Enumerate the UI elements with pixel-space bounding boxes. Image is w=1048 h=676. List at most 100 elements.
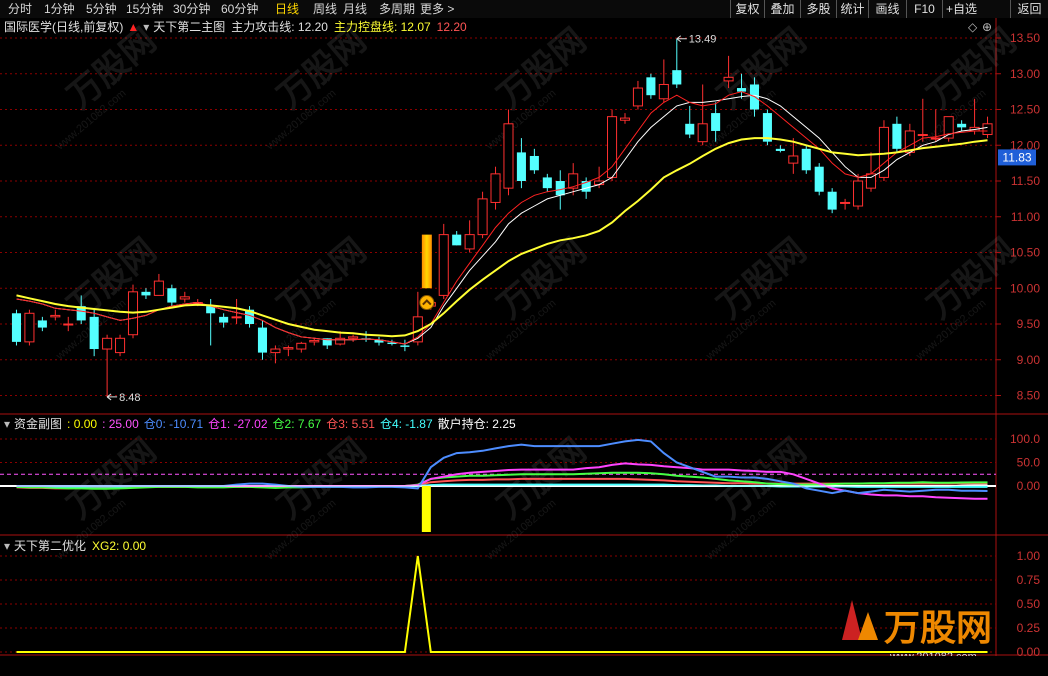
sub1-item-3: 仓1: -27.02 [208, 417, 268, 431]
price-tick-label: 13.50 [1010, 31, 1040, 45]
main-panel-header: 国际医学(日线,前复权) ▲ ▾ 天下第二主图 主力攻击线: 12.20 主力控盘线: 1… [4, 19, 467, 34]
date-axis-bar [0, 656, 1048, 676]
price-tick-label: 11.00 [1011, 210, 1040, 224]
price-tick-label: 9.00 [1017, 353, 1041, 367]
candle-body-down [827, 191, 837, 210]
candle-body-up [335, 337, 346, 345]
chart-canvas: 万股网www.201082.com万股网www.201082.com万股网www… [0, 18, 1048, 673]
control-line-label: 主力控盘线: 12.07 [334, 19, 431, 34]
sub2-tick-label: 0.50 [1017, 597, 1041, 611]
candle-body-up [179, 296, 190, 300]
watermark-layer: 万股网www.201082.com万股网www.201082.com万股网www… [53, 21, 1023, 562]
candle-body-up [296, 342, 307, 350]
indicator-name: 天下第二主图 [153, 20, 225, 34]
candle-body-down [89, 316, 99, 350]
candle-body-down [516, 152, 526, 181]
candle-body-down [219, 316, 229, 323]
candle-body-down [257, 327, 268, 353]
candle-body-down [814, 166, 824, 192]
price-tick-label: 13.00 [1010, 67, 1040, 81]
candle-body-up [658, 83, 669, 100]
sub1-item-7: 散户持仓: 2.25 [438, 416, 516, 431]
candle-body-up [607, 116, 618, 178]
low-marker-label: 8.48 [119, 392, 140, 404]
candle-body-up [619, 117, 631, 121]
up-arrow-icon: ▲ [127, 20, 139, 34]
candle-body-up [438, 234, 449, 296]
candle-body-up [50, 314, 61, 318]
high-marker-arrow [676, 35, 687, 43]
sub1-header: ▾ 资金副图: 0.00: 25.00 仓0: -10.71 仓1: -27.02 仓2… [4, 416, 516, 431]
brand-logo: 万股网www.201082.com [842, 600, 992, 663]
indicator-toggle-icon: ▾ [143, 20, 149, 34]
extra-value-label: 12.20 [437, 20, 467, 34]
candle-body-up [63, 323, 74, 326]
high-marker-label: 13.49 [689, 34, 717, 46]
sub1-item-4: 仓2: 7.67 [273, 417, 322, 431]
sub1-item-6: 仓4: -1.87 [380, 417, 433, 431]
logo-arrow-red [842, 600, 862, 640]
candle-body-up [231, 316, 242, 319]
sub2-item: XG2: 0.00 [92, 539, 146, 553]
price-tick-label: 11.50 [1011, 174, 1040, 188]
sub2-toggle-icon: ▾ [4, 539, 10, 553]
candle-body-up [840, 201, 851, 204]
candle-body-up [632, 87, 643, 107]
sub1-item-1: : 25.00 [102, 417, 139, 431]
candle-body-down [711, 113, 721, 131]
buy-signal-bar [421, 234, 432, 289]
candle-body-down [11, 313, 22, 342]
sub1-toggle-icon: ▾ [4, 417, 10, 431]
candle-body-down [555, 181, 565, 196]
sub1-tick-label: 50.0 [1017, 456, 1041, 470]
candle-body-up [102, 337, 113, 350]
panel-menu-icon: ⊕ [982, 20, 992, 34]
logo-arrow-orange [858, 612, 878, 640]
candle-body-up [283, 347, 294, 350]
candle-body-down [452, 234, 462, 246]
candle-body-down [672, 70, 682, 85]
candle-body-down [167, 288, 177, 303]
candle-body-up [115, 337, 126, 354]
price-tick-label: 10.00 [1010, 281, 1040, 295]
candle-body-up [503, 123, 514, 189]
diamond-icon: ◇ [968, 20, 978, 34]
attack-line-label: 主力攻击线: 12.20 [231, 20, 328, 34]
candle-body-down [37, 320, 47, 328]
candle-body-down [141, 291, 151, 296]
candle-body-down [892, 123, 902, 149]
candle-body-up [788, 155, 799, 164]
candle-body-up [930, 137, 941, 140]
candle-body-up [982, 123, 993, 136]
sub2-tick-label: 1.00 [1017, 549, 1041, 563]
candle-body-up [464, 234, 475, 250]
sub1-name: 资金副图 [14, 416, 62, 431]
candle-body-up [477, 198, 488, 236]
candle-body-down [400, 345, 410, 347]
candle-body-up [853, 180, 864, 207]
candle-body-down [801, 148, 811, 171]
candle-body-up [723, 76, 734, 82]
price-tick-label: 10.50 [1010, 246, 1040, 260]
candle-body-up [917, 134, 928, 137]
sub2-header: ▾ 天下第二优化 XG2: 0.00 [4, 539, 146, 553]
candle-body-up [490, 173, 501, 203]
current-price-label: 11.83 [1002, 150, 1031, 164]
sub2-tick-label: 0.25 [1017, 621, 1041, 635]
price-tick-label: 8.50 [1017, 389, 1041, 403]
sub1-tick-label: 100.0 [1010, 432, 1040, 446]
stock-title: 国际医学(日线,前复权) [4, 19, 123, 34]
sub1-signal-bar [421, 486, 431, 532]
sub2-tick-label: 0.75 [1017, 573, 1041, 587]
buy-signal-icon [419, 295, 435, 311]
candle-body-up [270, 348, 281, 354]
candle-body-down [529, 155, 539, 171]
sub1-tick-label: 0.00 [1017, 479, 1041, 493]
candle-body-down [685, 123, 695, 135]
candle-body-up [309, 339, 320, 343]
logo-brand-text: 万股网 [884, 607, 992, 648]
candle-body-up [24, 312, 35, 343]
sub2-name: 天下第二优化 [14, 539, 86, 553]
candle-body-down [957, 123, 967, 128]
sub1-item-2: 仓0: -10.71 [144, 417, 204, 431]
